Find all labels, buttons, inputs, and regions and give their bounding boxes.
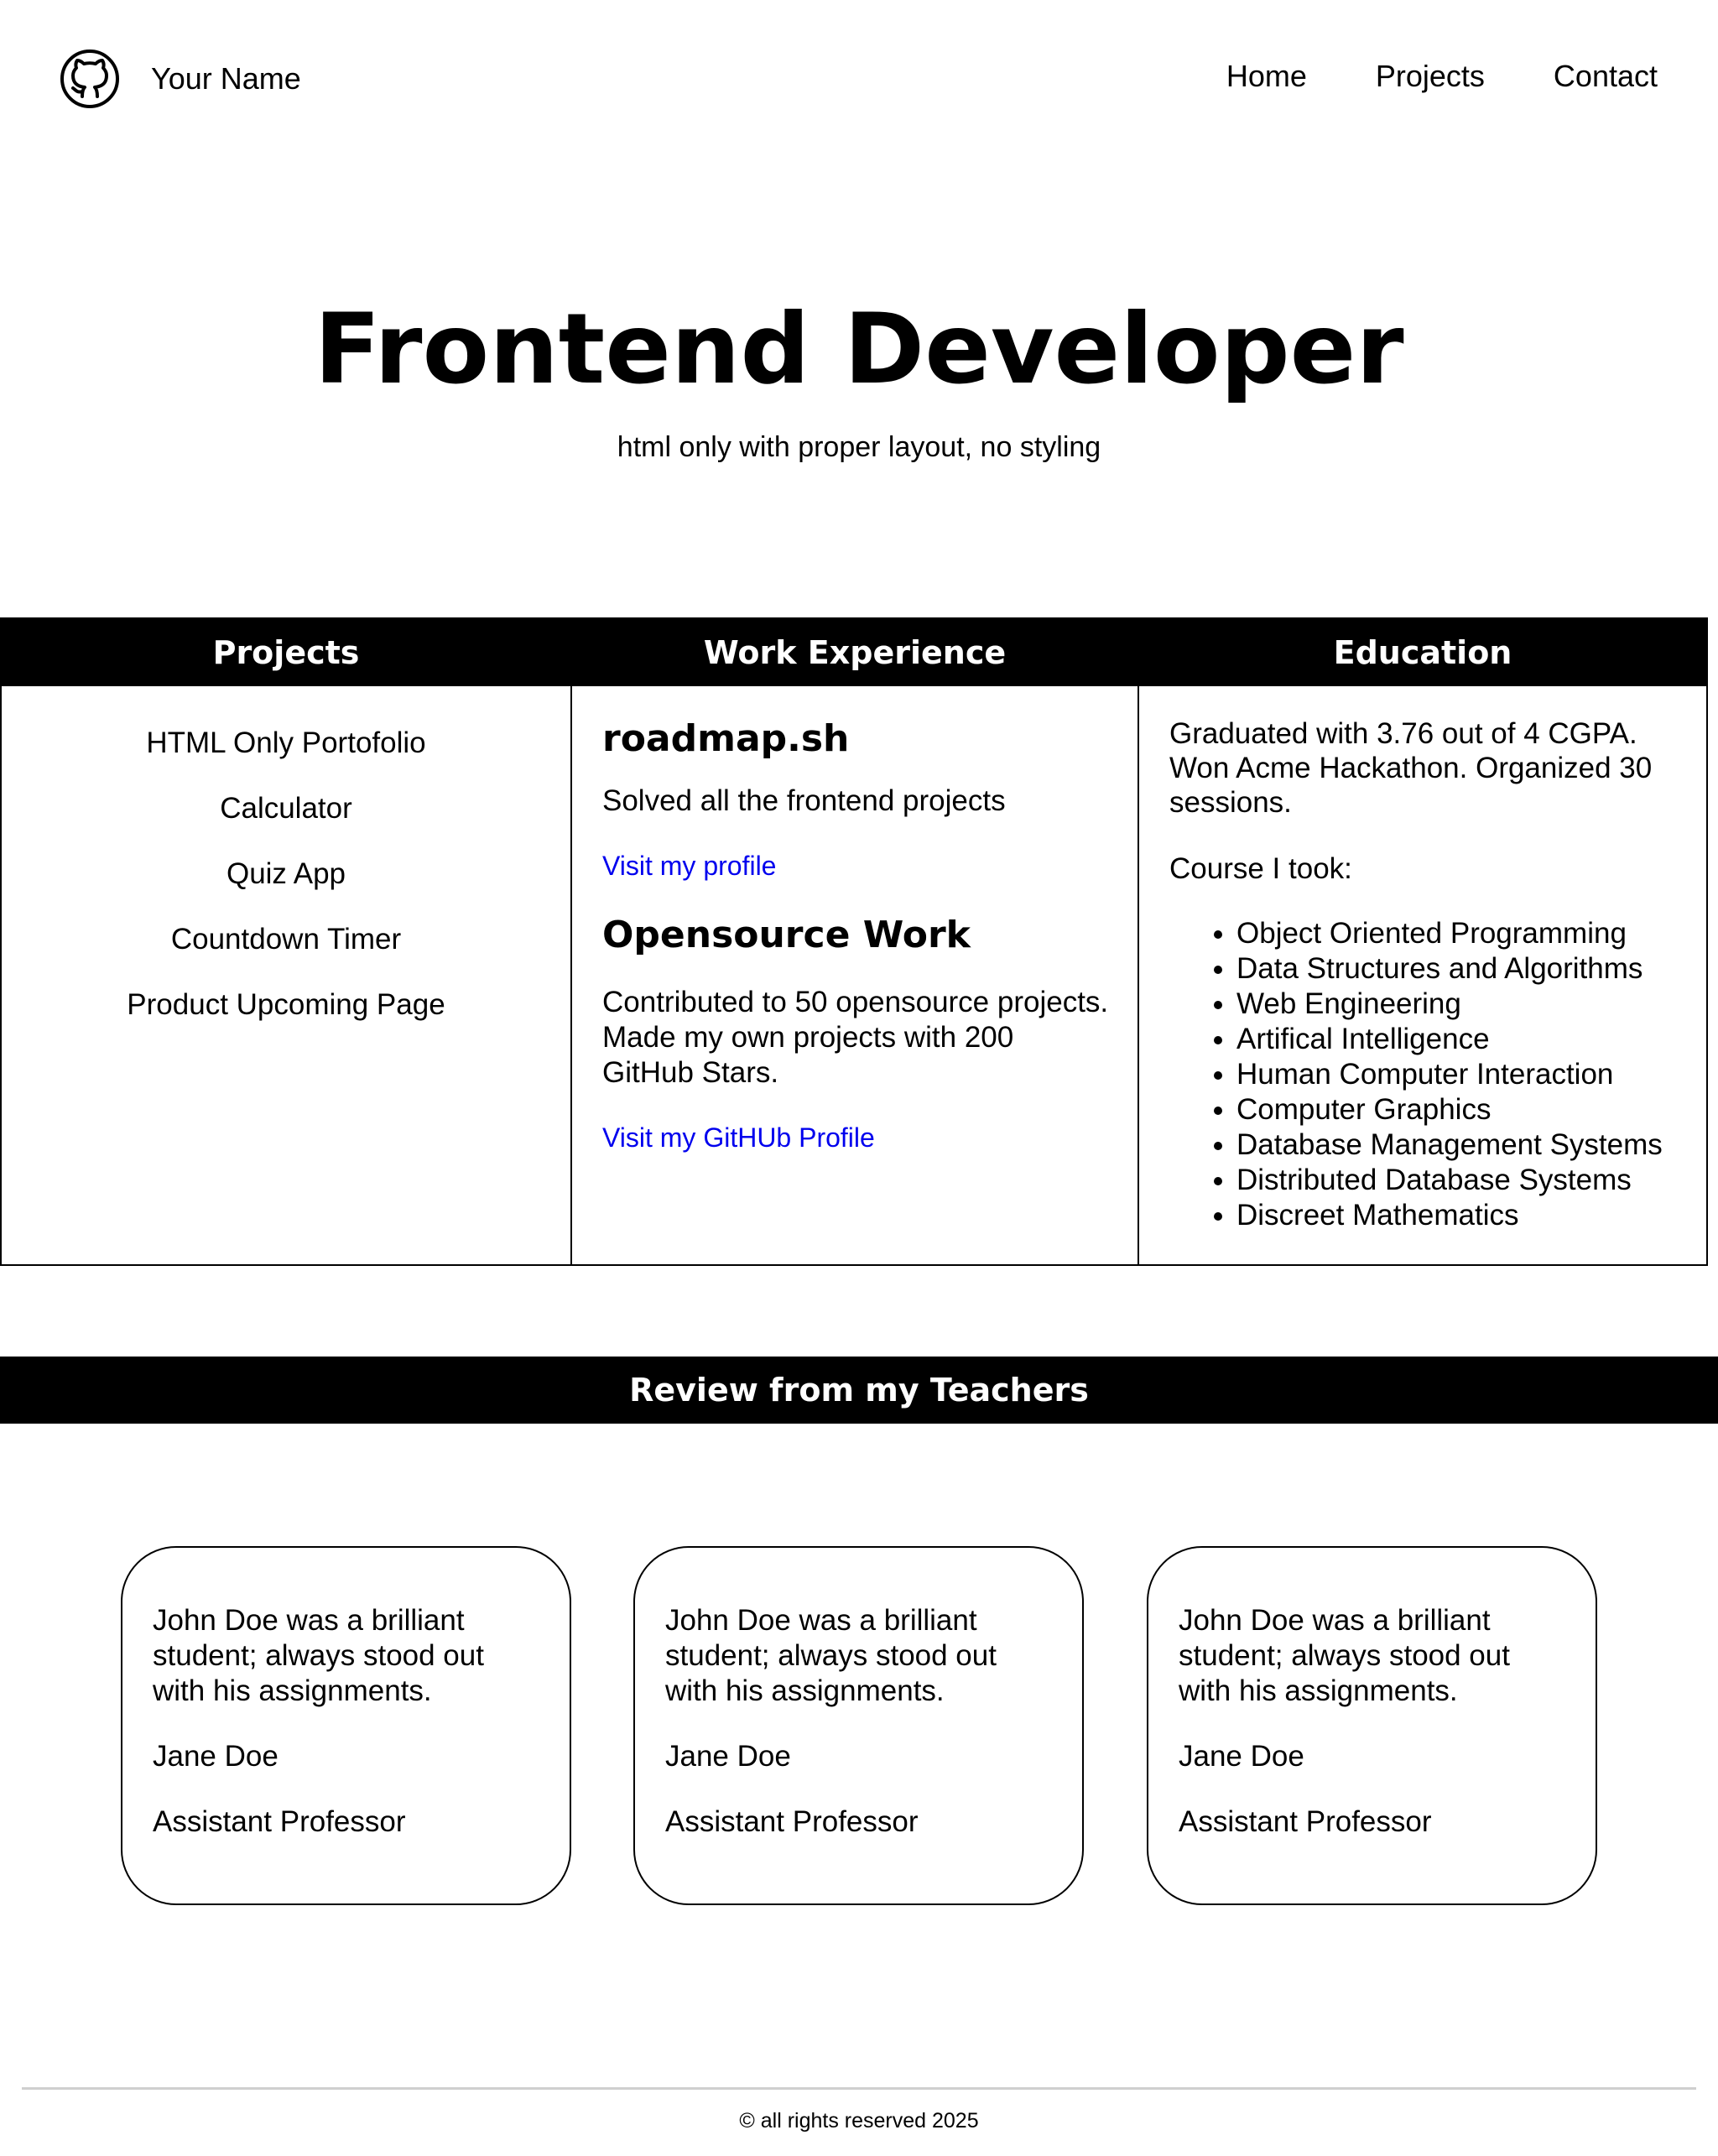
hero-title: Frontend Developer <box>314 293 1404 406</box>
work-column: roadmap.sh Solved all the frontend proje… <box>570 686 1139 1264</box>
project-item: HTML Only Portofolio <box>146 726 426 759</box>
work-entry-description: Contributed to 50 opensource projects. M… <box>602 986 1109 1089</box>
course-item: Data Structures and Algorithms <box>1236 951 1676 987</box>
course-item: Computer Graphics <box>1236 1092 1676 1127</box>
project-item: Countdown Timer <box>170 923 402 956</box>
education-summary: Graduated with 3.76 out of 4 CGPA. Won A… <box>1169 717 1653 819</box>
hero-subtitle: html only with proper layout, no styling <box>617 431 1101 463</box>
reviews-heading: Review from my Teachers <box>0 1357 1718 1424</box>
project-item: Calculator <box>220 792 352 825</box>
review-quote: John Doe was a brilliant student; always… <box>153 1604 484 1707</box>
projects-column: HTML Only Portofolio Calculator Quiz App… <box>2 686 570 1264</box>
brand-name[interactable]: Your Name <box>151 64 301 94</box>
review-card: John Doe was a brilliant student; always… <box>121 1546 571 1905</box>
visit-profile-link[interactable]: Visit my profile <box>602 849 776 883</box>
footer-divider <box>22 2087 1696 2090</box>
course-item: Database Management Systems <box>1236 1127 1676 1163</box>
review-quote: John Doe was a brilliant student; always… <box>1179 1604 1510 1707</box>
courses-label: Course I took: <box>1169 852 1352 885</box>
visit-github-profile-link[interactable]: Visit my GitHUb Profile <box>602 1121 875 1154</box>
work-entry-title: roadmap.sh <box>602 717 850 760</box>
education-column: Graduated with 3.76 out of 4 CGPA. Won A… <box>1139 686 1706 1264</box>
work-entry-description: Solved all the frontend projects <box>602 784 1006 817</box>
course-item: Web Engineering <box>1236 987 1676 1022</box>
nav-home-link[interactable]: Home <box>1226 59 1307 94</box>
project-item: Quiz App <box>226 857 346 890</box>
info-table: Projects Work Experience Education HTML … <box>0 617 1708 1266</box>
course-list: Object Oriented Programming Data Structu… <box>1169 916 1676 1233</box>
course-item: Artifical Intelligence <box>1236 1022 1676 1057</box>
nav-contact-link[interactable]: Contact <box>1554 59 1658 94</box>
main-nav: Home Projects Contact <box>1226 59 1658 94</box>
nav-projects-link[interactable]: Projects <box>1376 59 1485 94</box>
course-item: Discreet Mathematics <box>1236 1198 1676 1233</box>
brand[interactable]: Your Name <box>59 47 301 111</box>
course-item: Object Oriented Programming <box>1236 916 1676 951</box>
reviewer-name: Jane Doe <box>1179 1740 1304 1773</box>
reviewer-name: Jane Doe <box>153 1740 279 1773</box>
footer-copyright: © all rights reserved 2025 <box>739 2109 979 2133</box>
review-card: John Doe was a brilliant student; always… <box>1147 1546 1597 1905</box>
projects-heading: Projects <box>2 619 570 686</box>
github-icon[interactable] <box>59 48 121 110</box>
project-list: HTML Only Portofolio Calculator Quiz App… <box>2 686 570 1022</box>
work-entry-title: Opensource Work <box>602 914 971 956</box>
review-card: John Doe was a brilliant student; always… <box>633 1546 1084 1905</box>
course-item: Human Computer Interaction <box>1236 1057 1676 1092</box>
site-header: Your Name Home Projects Contact <box>0 0 1718 154</box>
education-heading: Education <box>1139 619 1706 686</box>
course-item: Distributed Database Systems <box>1236 1163 1676 1198</box>
review-quote: John Doe was a brilliant student; always… <box>665 1604 997 1707</box>
reviewer-name: Jane Doe <box>665 1740 791 1773</box>
reviewer-title: Assistant Professor <box>1179 1805 1432 1838</box>
reviewer-title: Assistant Professor <box>153 1805 406 1838</box>
reviewer-title: Assistant Professor <box>665 1805 919 1838</box>
work-experience-heading: Work Experience <box>570 619 1139 686</box>
project-item: Product Upcoming Page <box>127 988 445 1021</box>
